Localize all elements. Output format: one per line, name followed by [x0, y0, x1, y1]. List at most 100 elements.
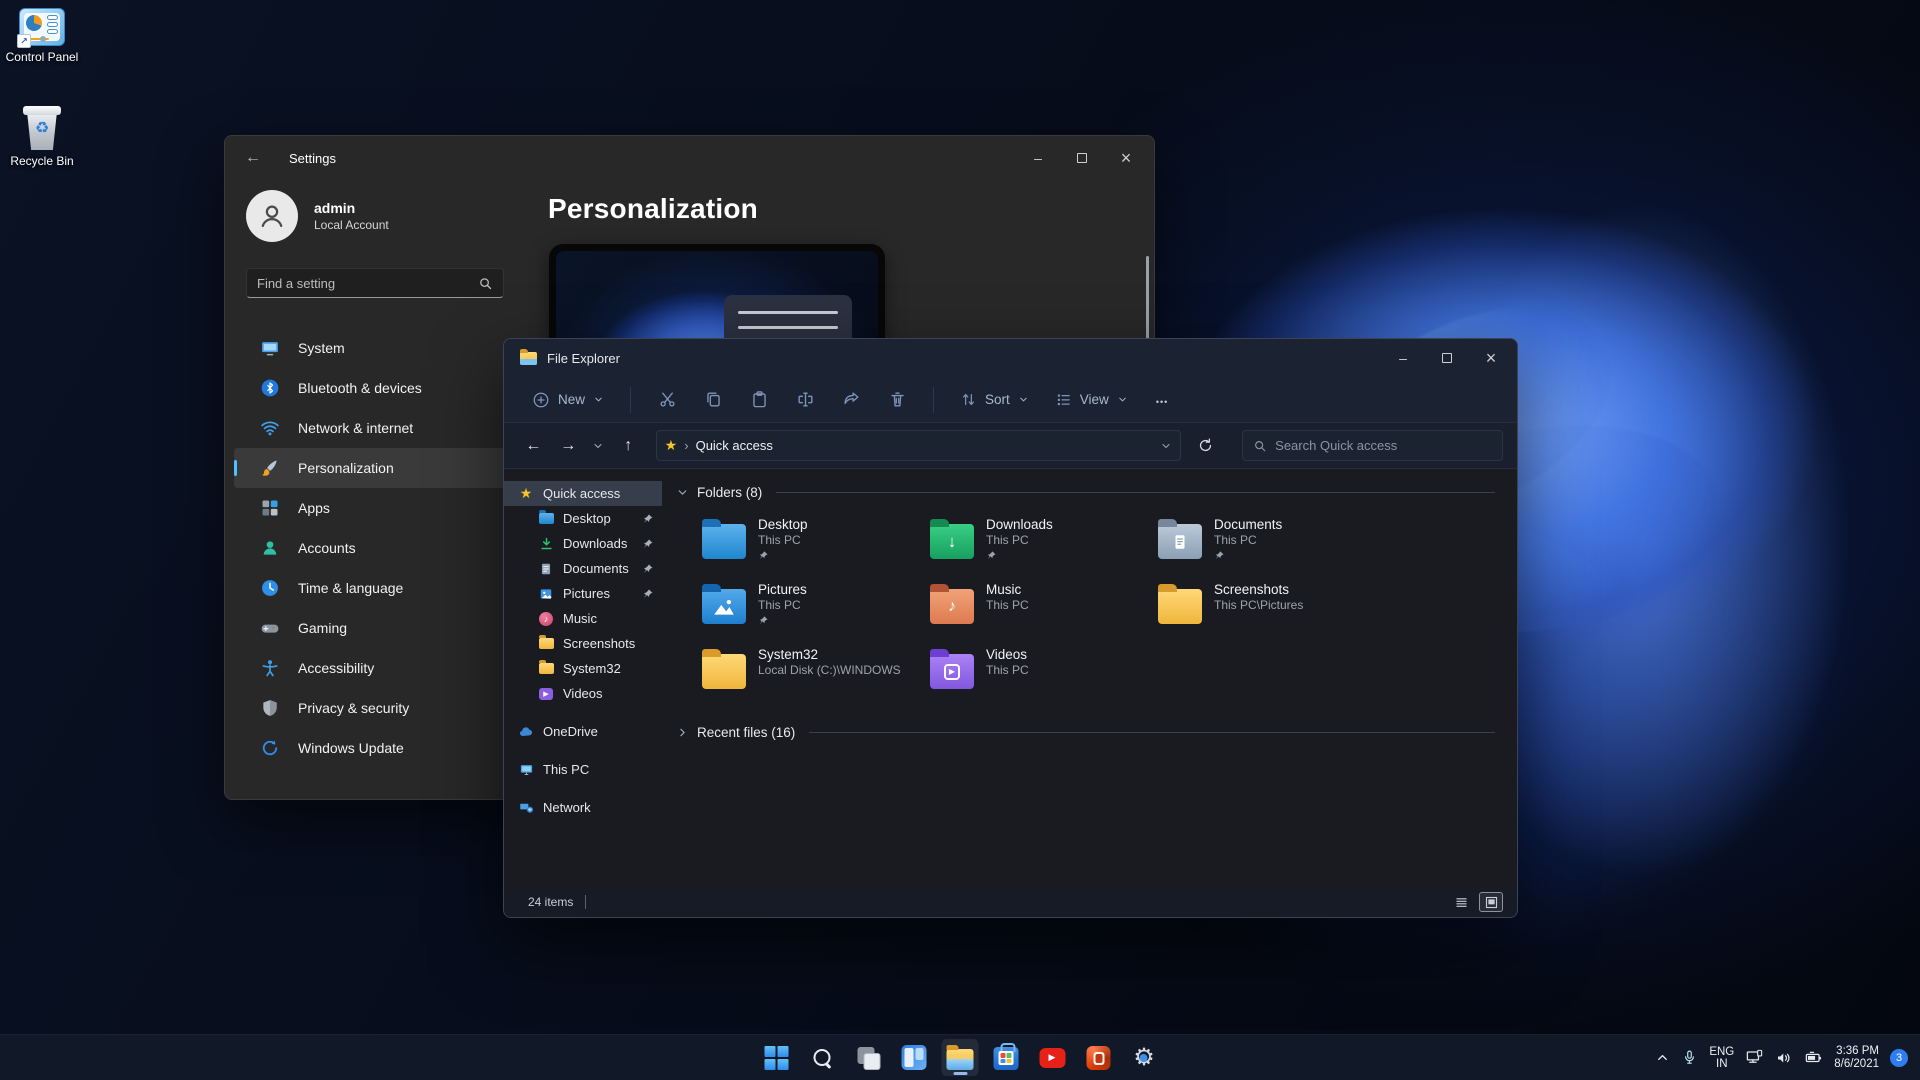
- folder-tile-music[interactable]: Music This PC: [930, 581, 1158, 634]
- accounts-icon: [260, 538, 280, 558]
- back-button[interactable]: ←: [518, 431, 549, 461]
- settings-nav: System Bluetooth & devices Network & int…: [234, 328, 516, 768]
- desktop-icon-control-panel[interactable]: Control Panel: [0, 8, 84, 64]
- folder-tile-desktop[interactable]: Desktop This PC: [702, 516, 930, 569]
- section-rule: [776, 492, 1495, 493]
- paste-button[interactable]: [739, 383, 779, 417]
- see-more-button[interactable]: [1144, 390, 1180, 410]
- task-view-icon: [856, 1046, 880, 1070]
- find-a-setting-input[interactable]: Find a setting: [246, 268, 504, 298]
- downloads-icon: [538, 536, 554, 552]
- explorer-statusbar: 24 items: [504, 887, 1517, 917]
- maximize-button[interactable]: [1060, 143, 1104, 173]
- breadcrumb-location: Quick access: [695, 438, 773, 453]
- folder-tile-pictures[interactable]: Pictures This PC: [702, 581, 930, 634]
- recycle-bin-icon: [23, 104, 61, 150]
- sidebar-item-network-internet[interactable]: Network & internet: [234, 408, 516, 448]
- nav-item-downloads[interactable]: Downloads: [504, 531, 662, 556]
- system-tray: ENG IN 3:36 PM 8/6/2021 3: [1655, 1045, 1920, 1071]
- volume-icon[interactable]: [1775, 1049, 1793, 1067]
- minimize-button[interactable]: [1016, 143, 1060, 173]
- nav-item-system32[interactable]: System32: [504, 656, 662, 681]
- back-arrow-icon[interactable]: [245, 149, 275, 167]
- explorer-titlebar: File Explorer: [504, 339, 1517, 377]
- delete-button[interactable]: [877, 383, 917, 417]
- documents-icon: [538, 561, 554, 577]
- copy-button[interactable]: [693, 383, 733, 417]
- rename-button[interactable]: [785, 383, 825, 417]
- nav-item-network[interactable]: Network: [504, 795, 662, 820]
- share-button[interactable]: [831, 383, 871, 417]
- close-button[interactable]: [1104, 143, 1148, 173]
- shortcut-arrow-icon: [17, 34, 31, 48]
- pin-icon: [986, 550, 997, 561]
- close-button[interactable]: [1469, 343, 1513, 373]
- nav-item-this-pc[interactable]: This PC: [504, 757, 662, 782]
- sidebar-item-personalization[interactable]: Personalization: [234, 448, 516, 488]
- nav-item-desktop[interactable]: Desktop: [504, 506, 662, 531]
- user-name: admin: [314, 200, 356, 216]
- large-icons-view-toggle[interactable]: [1479, 892, 1503, 912]
- new-button[interactable]: New: [522, 384, 614, 416]
- sidebar-item-apps[interactable]: Apps: [234, 488, 516, 528]
- battery-icon[interactable]: [1804, 1048, 1823, 1067]
- folder-tile-videos[interactable]: Videos This PC: [930, 646, 1158, 699]
- minimize-button[interactable]: [1381, 343, 1425, 373]
- forward-button[interactable]: →: [553, 431, 584, 461]
- sidebar-item-accessibility[interactable]: Accessibility: [234, 648, 516, 688]
- notification-badge[interactable]: 3: [1890, 1048, 1908, 1067]
- sidebar-item-privacy-security[interactable]: Privacy & security: [234, 688, 516, 728]
- folder-tile-system32[interactable]: System32 Local Disk (C:)\WINDOWS: [702, 646, 930, 699]
- details-view-toggle[interactable]: [1449, 892, 1473, 912]
- address-dropdown-chevron[interactable]: [1160, 440, 1172, 452]
- desktop-icon-recycle-bin[interactable]: Recycle Bin: [0, 104, 84, 168]
- microphone-icon[interactable]: [1681, 1049, 1698, 1066]
- sort-button[interactable]: Sort: [950, 384, 1039, 415]
- explorer-window-title: File Explorer: [547, 350, 620, 366]
- folder-tile-screenshots[interactable]: Screenshots This PC\Pictures: [1158, 581, 1386, 634]
- youtube-button[interactable]: [1034, 1039, 1071, 1076]
- refresh-button[interactable]: [1191, 431, 1220, 461]
- network-tray-icon[interactable]: [1745, 1048, 1764, 1067]
- recent-locations-chevron[interactable]: [588, 431, 609, 461]
- view-button[interactable]: View: [1045, 384, 1138, 415]
- nav-item-onedrive[interactable]: OneDrive: [504, 719, 662, 744]
- taskbar-search-button[interactable]: [804, 1039, 841, 1076]
- recent-files-section-header[interactable]: Recent files (16): [676, 725, 1495, 740]
- maximize-button[interactable]: [1425, 343, 1469, 373]
- settings-button[interactable]: [1126, 1039, 1163, 1076]
- cut-button[interactable]: [647, 383, 687, 417]
- clock[interactable]: 3:36 PM 8/6/2021: [1834, 1045, 1879, 1071]
- sidebar-item-accounts[interactable]: Accounts: [234, 528, 516, 568]
- sidebar-item-bluetooth-devices[interactable]: Bluetooth & devices: [234, 368, 516, 408]
- explorer-search-input[interactable]: Search Quick access: [1242, 430, 1504, 461]
- start-button[interactable]: [758, 1039, 795, 1076]
- widgets-button[interactable]: [896, 1039, 933, 1076]
- folder-tile-downloads[interactable]: Downloads This PC: [930, 516, 1158, 569]
- folder-tile-documents[interactable]: Documents This PC: [1158, 516, 1386, 569]
- sidebar-item-windows-update[interactable]: Windows Update: [234, 728, 516, 768]
- hidden-icons-chevron[interactable]: [1655, 1050, 1670, 1065]
- nav-item-documents[interactable]: Documents: [504, 556, 662, 581]
- up-button[interactable]: ↑: [613, 431, 644, 461]
- toolbar-divider: [933, 386, 935, 413]
- search-icon: [1253, 439, 1267, 453]
- sidebar-item-system[interactable]: System: [234, 328, 516, 368]
- chevron-down-icon: [1117, 394, 1128, 405]
- nav-item-quick-access[interactable]: Quick access: [504, 481, 662, 506]
- folders-section-header[interactable]: Folders (8): [676, 485, 1495, 500]
- nav-item-music[interactable]: Music: [504, 606, 662, 631]
- task-view-button[interactable]: [850, 1039, 887, 1076]
- office-icon: [1086, 1045, 1110, 1070]
- office-button[interactable]: [1080, 1039, 1117, 1076]
- address-box[interactable]: › Quick access: [655, 430, 1182, 461]
- microsoft-store-button[interactable]: [988, 1039, 1025, 1076]
- sidebar-item-gaming[interactable]: Gaming: [234, 608, 516, 648]
- taskbar-file-explorer-button[interactable]: [941, 1039, 979, 1076]
- user-account-block[interactable]: admin Local Account: [246, 190, 530, 242]
- nav-item-videos[interactable]: Videos: [504, 681, 662, 706]
- nav-item-screenshots[interactable]: Screenshots: [504, 631, 662, 656]
- language-indicator[interactable]: ENG IN: [1709, 1046, 1734, 1070]
- sidebar-item-time-language[interactable]: Time & language: [234, 568, 516, 608]
- nav-item-pictures[interactable]: Pictures: [504, 581, 662, 606]
